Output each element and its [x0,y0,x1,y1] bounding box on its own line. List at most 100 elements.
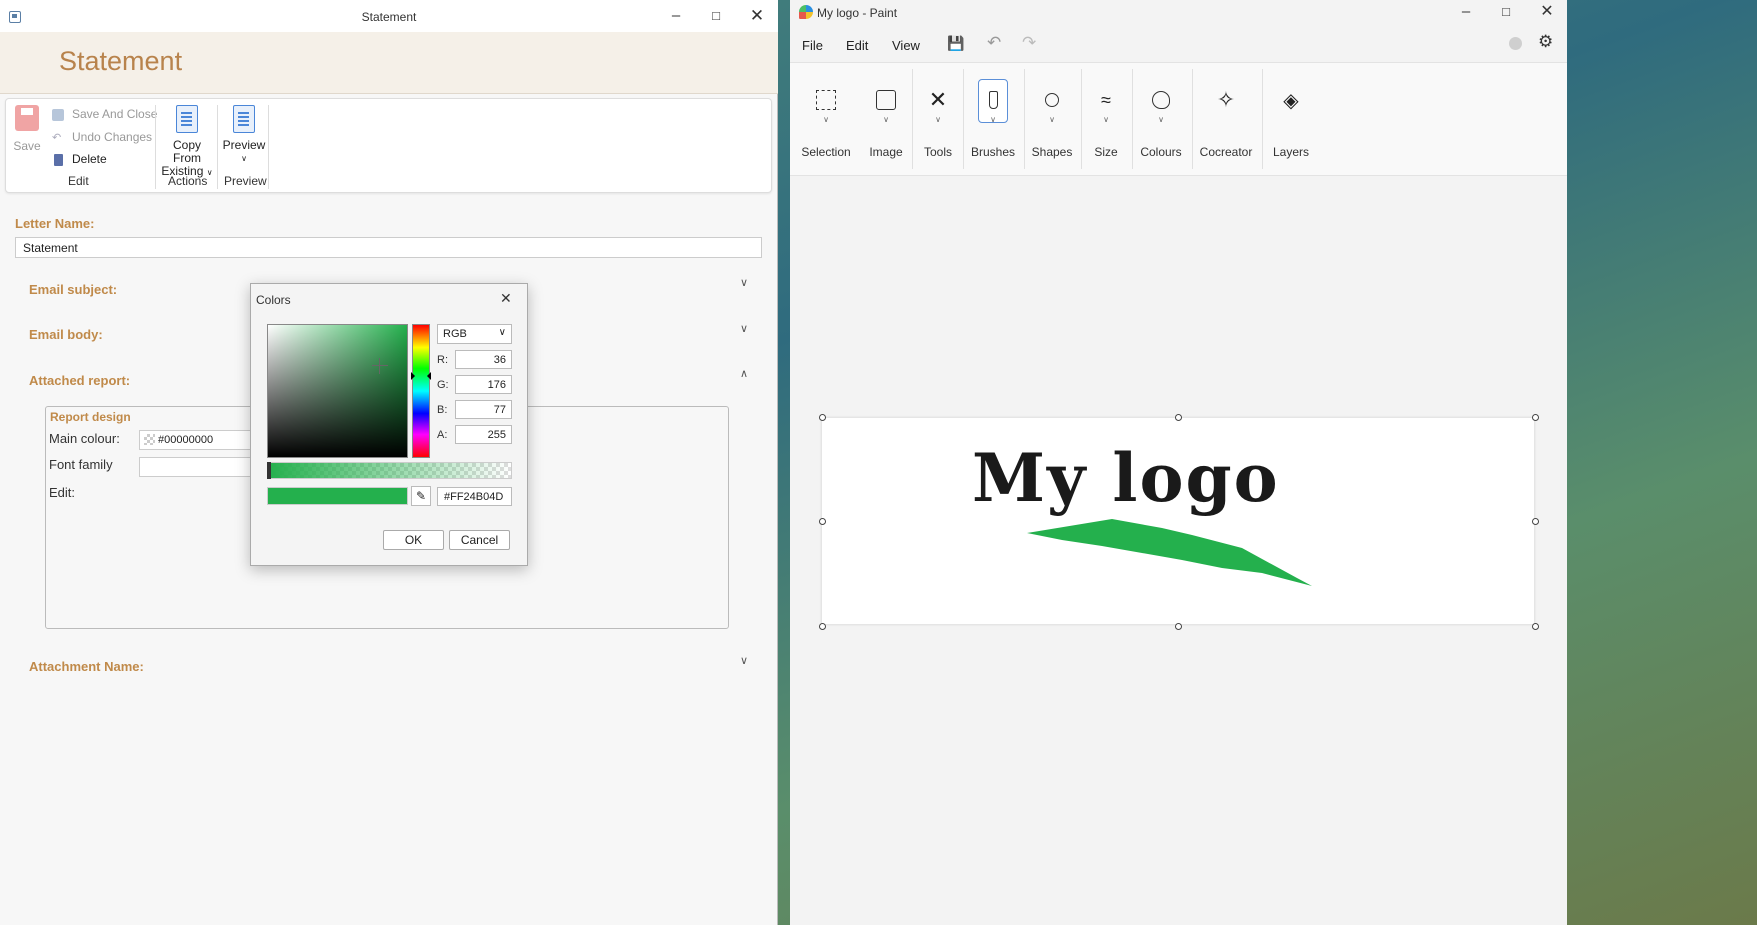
canvas-area[interactable]: My logo [790,176,1567,925]
brush-icon [988,91,998,109]
save-and-close-button[interactable]: Save And Close [52,107,157,125]
copy-from-existing-button[interactable]: Copy From Existing ∨ [159,105,215,179]
layers-icon: ◈ [1283,89,1299,112]
maximize-button[interactable]: □ [1491,2,1521,24]
save-icon [15,105,39,131]
header-band: Statement [0,32,778,94]
maximize-button[interactable]: □ [701,6,731,28]
menu-file[interactable]: File [802,38,823,53]
selection-icon [798,85,854,115]
attached-report-label[interactable]: Attached report: [29,373,130,388]
chevron-down-icon: ∨ [498,327,506,338]
delete-button[interactable]: Delete [52,152,107,170]
minimize-button[interactable]: – [661,6,691,28]
drawing-canvas[interactable]: My logo [822,418,1534,624]
hue-slider[interactable] [412,324,430,458]
g-input[interactable]: 176 [455,375,512,394]
main-colour-input[interactable]: #00000000 [139,430,259,450]
close-button[interactable]: ✕ [742,6,772,28]
trash-icon [54,153,63,166]
brushes-tool[interactable]: ∨ Brushes [965,79,1021,159]
attachment-name-label[interactable]: Attachment Name: [29,659,144,674]
crosshair-cursor-icon [372,358,388,374]
shapes-icon [1024,85,1080,115]
resize-handle[interactable] [1532,414,1539,421]
resize-handle[interactable] [819,414,826,421]
alpha-slider[interactable] [267,462,512,479]
image-icon [858,85,914,115]
redo-icon[interactable]: ↷ [1022,33,1036,53]
menu-edit[interactable]: Edit [846,38,868,53]
g-label: G: [437,379,449,391]
settings-gear-icon[interactable]: ⚙ [1538,32,1553,52]
r-input[interactable]: 36 [455,350,512,369]
expand-attachment-name-icon[interactable]: ∨ [740,654,752,667]
resize-handle[interactable] [1175,414,1182,421]
paint-title-bar: My logo - Paint – □ ✕ [790,0,1567,26]
preview-button[interactable]: Preview ∨ [222,105,266,165]
a-input[interactable]: 255 [455,425,512,444]
palette-icon [1133,85,1189,115]
group-label-preview: Preview [224,174,267,188]
collapse-attached-report-icon[interactable]: ∧ [740,367,752,380]
chevron-down-icon: ∨ [990,115,996,124]
edit-label: Edit: [49,485,76,500]
close-icon[interactable]: ✕ [500,290,512,307]
resize-handle[interactable] [1532,623,1539,630]
shapes-tool[interactable]: ∨ Shapes [1024,85,1080,159]
chevron-down-icon: ∨ [1049,115,1055,124]
page-title: Statement [59,46,183,76]
hex-input[interactable]: #FF24B04D [437,487,512,506]
hue-slider-thumb[interactable] [411,372,431,380]
letter-name-input[interactable]: Statement [15,237,762,258]
email-body-label[interactable]: Email body: [29,327,103,342]
preview-search-icon [233,105,255,133]
font-family-input[interactable] [139,457,259,477]
cocreator-tool[interactable]: ✧ Cocreator [1198,85,1254,159]
menu-bar: File Edit View 💾 ↶ ↷ ⚙ [790,30,1567,60]
menu-view[interactable]: View [892,38,920,53]
letter-name-label: Letter Name: [15,216,95,231]
eyedropper-icon[interactable]: ✎ [411,486,431,506]
save-icon[interactable]: 💾 [947,35,964,52]
image-tool[interactable]: ∨ Image [858,85,914,159]
size-tool[interactable]: ≈ ∨ Size [1078,85,1134,159]
ok-button[interactable]: OK [383,530,444,550]
resize-handle[interactable] [1532,518,1539,525]
email-subject-label[interactable]: Email subject: [29,282,117,297]
group-label-edit: Edit [68,174,89,188]
expand-email-subject-icon[interactable]: ∨ [740,276,752,289]
title-bar: Statement – □ ✕ [0,0,778,32]
document-copy-icon [176,105,198,133]
alpha-slider-thumb[interactable] [267,462,271,479]
minimize-button[interactable]: – [1451,2,1481,24]
undo-icon[interactable]: ↶ [987,33,1001,53]
close-button[interactable]: ✕ [1532,2,1562,24]
layers-tool[interactable]: ◈ Layers [1263,85,1319,160]
chevron-down-icon: ∨ [1158,115,1164,124]
color-mode-select[interactable]: RGB ∨ [437,324,512,344]
save-small-icon [52,108,64,121]
a-label: A: [437,429,448,441]
resize-handle[interactable] [1175,623,1182,630]
selection-tool[interactable]: ∨ Selection [798,85,854,159]
main-colour-label: Main colour: [49,431,120,446]
chevron-down-icon: ∨ [1103,115,1109,124]
saturation-value-picker[interactable] [267,324,408,458]
colours-tool[interactable]: ∨ Colours [1133,85,1189,159]
undo-changes-button[interactable]: ↶ Undo Changes [52,130,152,148]
cancel-button[interactable]: Cancel [449,530,510,550]
line-size-icon: ≈ [1101,90,1111,110]
resize-handle[interactable] [819,518,826,525]
transparent-swatch-icon [144,434,155,445]
save-button[interactable]: Save [10,105,44,153]
resize-handle[interactable] [819,623,826,630]
account-icon[interactable] [1509,37,1522,50]
tools-tool[interactable]: ✕ ∨ Tools [910,85,966,159]
chevron-down-icon: ∨ [935,115,941,124]
paint-window: My logo - Paint – □ ✕ File Edit View 💾 ↶… [790,0,1567,925]
green-brush-stroke [1027,519,1312,586]
expand-email-body-icon[interactable]: ∨ [740,322,752,335]
b-input[interactable]: 77 [455,400,512,419]
paint-toolbar: ∨ Selection ∨ Image ✕ ∨ Tools ∨ Brushes … [790,62,1567,176]
